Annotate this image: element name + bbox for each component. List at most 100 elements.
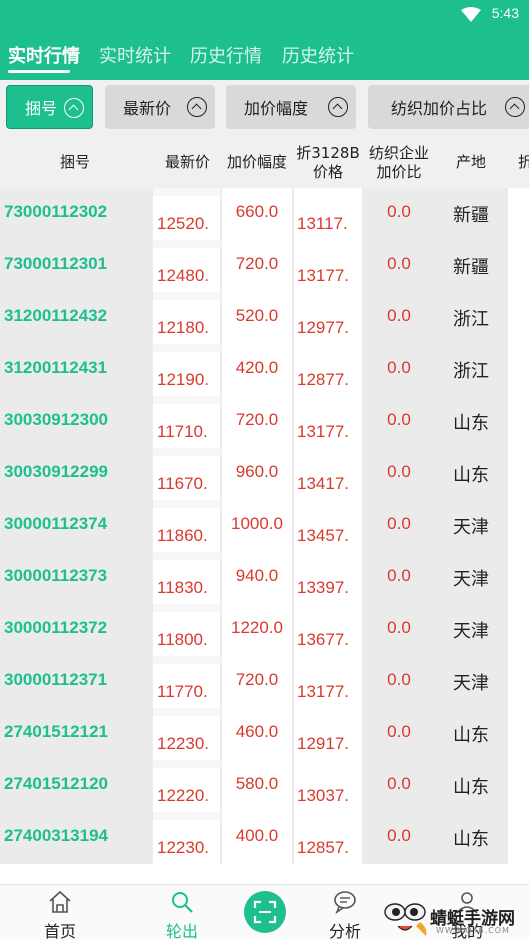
ratio-cell: 0.0 xyxy=(364,760,434,812)
latest-price-value: 12180. xyxy=(157,318,209,337)
watermark-subtitle: WWW.QT6.COM xyxy=(436,926,510,935)
converted-price-value: 13397. xyxy=(297,578,349,597)
row-edge xyxy=(508,552,529,604)
scan-button[interactable] xyxy=(244,891,286,933)
latest-price-value: 12220. xyxy=(157,786,209,805)
tab-realtime-quotes[interactable]: 实时行情 xyxy=(8,42,80,68)
markup-value: 720.0 xyxy=(235,670,279,689)
latest-price-value: 11770. xyxy=(157,682,208,701)
converted-price-value: 13457. xyxy=(297,526,349,545)
converted-price-value: 13177. xyxy=(297,266,349,285)
markup-value: 580.0 xyxy=(235,774,279,793)
latest-price-value: 11710. xyxy=(157,422,208,441)
markup-value: 400.0 xyxy=(235,826,279,845)
converted-price-cell: 12857. xyxy=(294,812,362,864)
table-row[interactable]: 27401512121 12230. 460.0 12917. 0.0 山东 xyxy=(0,708,529,760)
origin-cell: 山东 xyxy=(436,708,506,760)
row-divider xyxy=(153,604,221,612)
latest-price-value: 12190. xyxy=(157,370,209,389)
tab-realtime-stats[interactable]: 实时统计 xyxy=(99,42,171,68)
origin-cell: 天津 xyxy=(436,604,506,656)
table-row[interactable]: 31200112431 12190. 420.0 12877. 0.0 浙江 xyxy=(0,344,529,396)
bale-number[interactable]: 30030912300 xyxy=(4,410,108,430)
ratio-cell: 0.0 xyxy=(364,604,434,656)
markup-cell: 520.0 xyxy=(222,292,292,344)
sort-chip-latest-price[interactable]: 最新价 xyxy=(105,85,215,129)
table-row[interactable]: 31200112432 12180. 520.0 12977. 0.0 浙江 xyxy=(0,292,529,344)
row-divider xyxy=(153,188,221,196)
converted-price-value: 13417. xyxy=(297,474,349,493)
markup-cell: 1000.0 xyxy=(222,500,292,552)
origin-value: 浙江 xyxy=(453,309,489,330)
converted-price-cell: 13037. xyxy=(294,760,362,812)
col-origin[interactable]: 产地 xyxy=(436,153,506,172)
table-header: 捆号 最新价 加价幅度 折3128B 价格 纺织企业 加价比 产地 折 xyxy=(0,136,529,188)
nav-home[interactable]: 首页 xyxy=(25,885,95,940)
table-row[interactable]: 73000112302 12520. 660.0 13117. 0.0 新疆 xyxy=(0,188,529,240)
bale-number[interactable]: 30000112373 xyxy=(4,566,107,586)
bale-number[interactable]: 30030912299 xyxy=(4,462,108,482)
row-edge xyxy=(508,760,529,812)
latest-price-value: 11800. xyxy=(157,630,208,649)
bale-number[interactable]: 73000112301 xyxy=(4,254,107,274)
bale-number[interactable]: 30000112372 xyxy=(4,618,107,638)
bale-number[interactable]: 31200112431 xyxy=(4,358,107,378)
bale-number[interactable]: 27401512120 xyxy=(4,774,108,794)
table-row[interactable]: 30030912299 11670. 960.0 13417. 0.0 山东 xyxy=(0,448,529,500)
table-row[interactable]: 27400313194 12230. 400.0 12857. 0.0 山东 xyxy=(0,812,529,864)
col-markup[interactable]: 加价幅度 xyxy=(222,153,292,172)
sort-chip-label: 捆号 xyxy=(25,99,58,118)
converted-price-cell: 12977. xyxy=(294,292,362,344)
chevron-up-icon xyxy=(328,97,348,117)
nav-auction[interactable]: 轮出 xyxy=(147,885,217,940)
col-extra[interactable]: 折 xyxy=(518,153,529,172)
ratio-value: 0.0 xyxy=(387,774,411,793)
origin-value: 浙江 xyxy=(453,361,489,382)
table-row[interactable]: 30000112373 11830. 940.0 13397. 0.0 天津 xyxy=(0,552,529,604)
sort-chip-label: 纺织加价占比 xyxy=(391,99,488,118)
sort-chip-ratio[interactable]: 纺织加价占比 xyxy=(368,85,529,129)
converted-price-cell: 13677. xyxy=(294,604,362,656)
bale-number[interactable]: 73000112302 xyxy=(4,202,107,222)
sort-chip-bale-no[interactable]: 捆号 xyxy=(6,85,93,129)
row-edge xyxy=(508,656,529,708)
tab-bar: 实时行情 实时统计 历史行情 历史统计 xyxy=(0,38,529,80)
nav-analysis[interactable]: 分析 xyxy=(310,885,380,940)
col-converted-price[interactable]: 折3128B 价格 xyxy=(294,144,362,182)
ratio-cell: 0.0 xyxy=(364,188,434,240)
bale-number[interactable]: 27400313194 xyxy=(4,826,108,846)
origin-cell: 天津 xyxy=(436,500,506,552)
sort-chip-markup[interactable]: 加价幅度 xyxy=(226,85,356,129)
bale-number[interactable]: 30000112374 xyxy=(4,514,107,534)
tab-history-stats[interactable]: 历史统计 xyxy=(282,42,354,68)
latest-price-value: 11830. xyxy=(157,578,208,597)
col-latest-price[interactable]: 最新价 xyxy=(155,153,220,172)
ratio-cell: 0.0 xyxy=(364,396,434,448)
wifi-icon xyxy=(461,7,481,22)
converted-price-value: 12977. xyxy=(297,318,349,337)
markup-cell: 660.0 xyxy=(222,188,292,240)
bale-number[interactable]: 30000112371 xyxy=(4,670,107,690)
table-row[interactable]: 73000112301 12480. 720.0 13177. 0.0 新疆 xyxy=(0,240,529,292)
markup-value: 960.0 xyxy=(235,462,279,481)
ratio-value: 0.0 xyxy=(387,670,411,689)
col-bale-no[interactable]: 捆号 xyxy=(40,153,110,172)
markup-cell: 960.0 xyxy=(222,448,292,500)
converted-price-value: 13177. xyxy=(297,422,349,441)
bale-number[interactable]: 31200112432 xyxy=(4,306,107,326)
table-row[interactable]: 30000112371 11770. 720.0 13177. 0.0 天津 xyxy=(0,656,529,708)
table-row[interactable]: 30000112372 11800. 1220.0 13677. 0.0 天津 xyxy=(0,604,529,656)
table-row[interactable]: 30000112374 11860. 1000.0 13457. 0.0 天津 xyxy=(0,500,529,552)
table-row[interactable]: 30030912300 11710. 720.0 13177. 0.0 山东 xyxy=(0,396,529,448)
origin-cell: 浙江 xyxy=(436,344,506,396)
col-textile-ratio[interactable]: 纺织企业 加价比 xyxy=(364,144,434,182)
row-divider xyxy=(153,240,221,248)
origin-value: 天津 xyxy=(453,673,489,694)
bale-number[interactable]: 27401512121 xyxy=(4,722,108,742)
table-row[interactable]: 27401512120 12220. 580.0 13037. 0.0 山东 xyxy=(0,760,529,812)
origin-cell: 山东 xyxy=(436,448,506,500)
header-bar: 5:43 实时行情 实时统计 历史行情 历史统计 xyxy=(0,0,529,80)
row-edge xyxy=(508,240,529,292)
tab-history-quotes[interactable]: 历史行情 xyxy=(190,42,262,68)
row-edge xyxy=(508,344,529,396)
